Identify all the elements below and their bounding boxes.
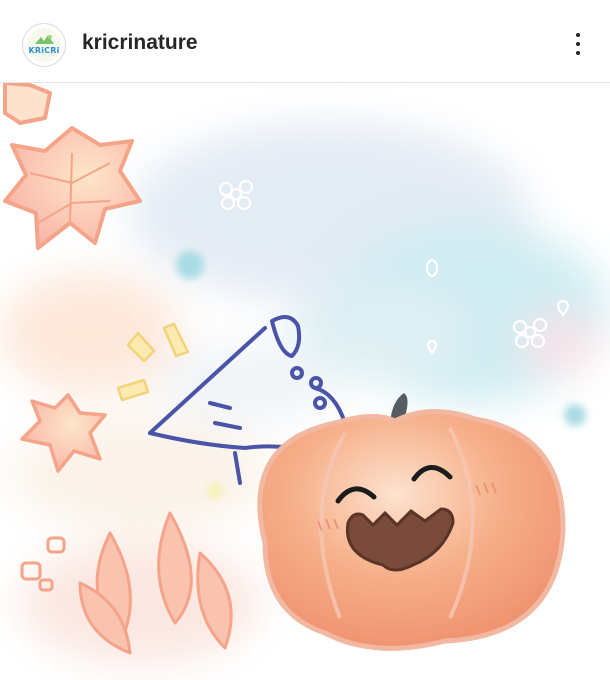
- maple-leaf-top: [3, 83, 52, 125]
- avatar-logo-text: KRiCRi: [28, 46, 60, 55]
- post-header: KRiCRi kricrinature: [0, 0, 610, 83]
- post-image: [0, 83, 610, 680]
- profile-avatar[interactable]: KRiCRi: [22, 23, 66, 67]
- kricri-logo-icon: [27, 28, 61, 62]
- more-options-icon[interactable]: [566, 28, 590, 60]
- username[interactable]: kricrinature: [82, 31, 198, 55]
- pumpkin: [257, 393, 566, 651]
